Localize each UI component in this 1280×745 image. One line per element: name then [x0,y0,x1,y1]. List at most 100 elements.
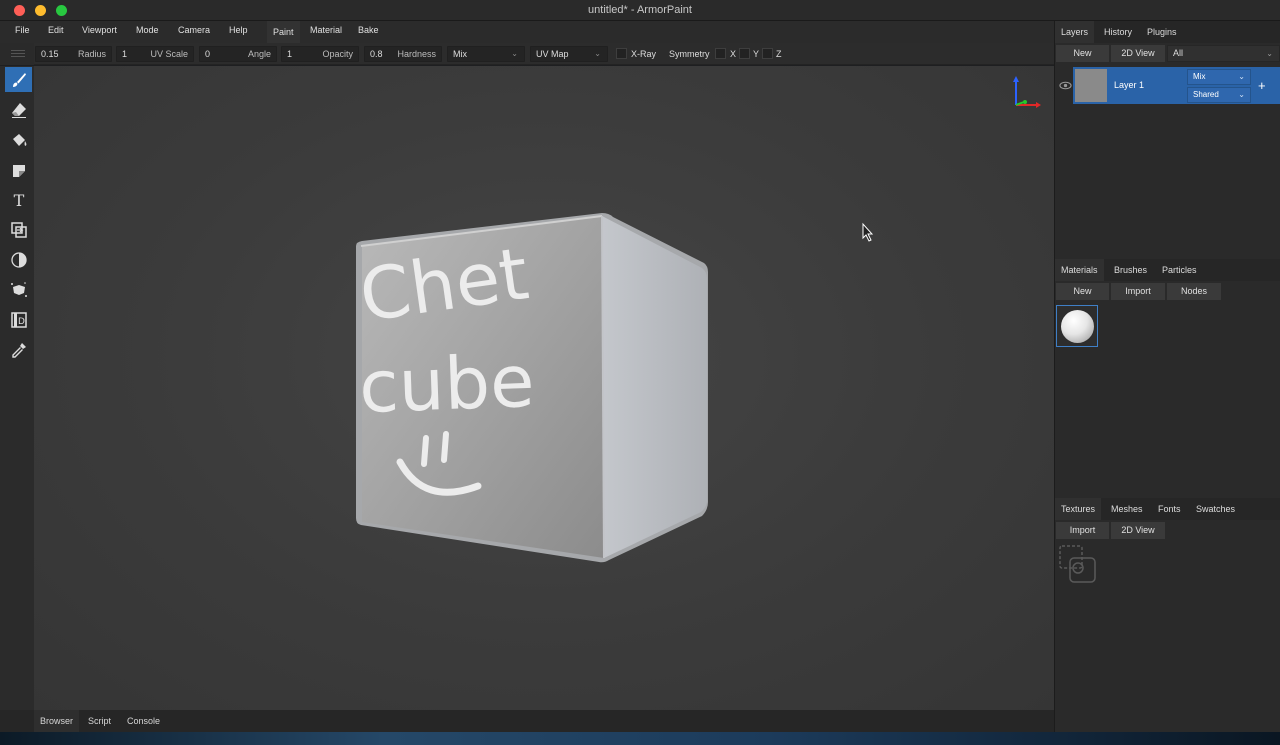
textures-2d-view-button[interactable]: 2D View [1111,522,1165,539]
blend-mode-value: Mix [453,49,467,59]
chevron-down-icon: ⌄ [1238,90,1245,99]
import-texture-button[interactable]: Import [1056,522,1109,539]
textures-panel-tabs: Textures Meshes Fonts Swatches [1055,498,1280,520]
symmetry-z-checkbox[interactable] [762,48,773,59]
angle-slider[interactable]: 0 Angle [199,46,277,62]
desktop-background [0,732,1280,745]
text-icon: T [13,191,24,209]
blur-tool-button[interactable] [5,247,32,272]
tab-layers[interactable]: Layers [1055,21,1095,43]
tab-brushes[interactable]: Brushes [1108,259,1153,281]
tool-palette: T D [0,66,34,738]
hardness-slider[interactable]: 0.8 Hardness [364,46,442,62]
texcoord-value: UV Map [536,49,569,59]
chevron-down-icon: ⌄ [1266,49,1273,58]
mouse-cursor-icon [862,222,874,242]
hardness-value: 0.8 [370,49,383,59]
menu-help[interactable]: Help [229,25,248,35]
fill-icon [12,133,26,146]
viewport-scene: Chet cube [355,76,1041,563]
bottom-panel-tabs: Browser Script Console [34,710,1054,732]
layers-panel: Layers History Plugins New 2D View All ⌄… [1054,21,1280,259]
import-material-button[interactable]: Import [1111,283,1165,300]
particle-tool-button[interactable] [5,277,32,302]
tab-console[interactable]: Console [121,710,166,732]
picker-tool-button[interactable] [5,337,32,362]
tab-meshes[interactable]: Meshes [1105,498,1149,520]
svg-text:D: D [18,317,25,327]
symmetry-z-label: Z [776,49,782,59]
materials-panel: Materials Brushes Particles New Import N… [1054,259,1280,498]
angle-value: 0 [205,49,211,59]
layer-name: Layer 1 [1114,80,1145,90]
blend-mode-dropdown[interactable]: Mix ⌄ [447,46,525,62]
radius-slider[interactable]: 0.15 Radius [35,46,112,62]
layers-panel-tabs: Layers History Plugins [1055,21,1280,43]
material-nodes-button[interactable]: Nodes [1167,283,1221,300]
layers-2d-view-button[interactable]: 2D View [1111,45,1165,62]
blur-icon [10,251,27,268]
tab-fonts[interactable]: Fonts [1152,498,1187,520]
symmetry-label: Symmetry [669,49,710,59]
toolbar-grip-icon[interactable] [0,43,34,65]
tab-particles[interactable]: Particles [1156,259,1203,281]
tab-plugins[interactable]: Plugins [1141,21,1183,43]
menu-camera[interactable]: Camera [178,25,210,35]
tab-bake[interactable]: Bake [358,25,379,35]
symmetry-x-checkbox[interactable] [715,48,726,59]
eraser-icon [11,102,26,118]
material-slot[interactable] [1056,305,1098,347]
new-material-button[interactable]: New [1056,283,1109,300]
layer-visibility-eye-icon[interactable] [1059,79,1072,92]
menu-viewport[interactable]: Viewport [82,25,117,35]
window-titlebar: untitled* - ArmorPaint [0,0,1280,21]
symmetry-y-label: Y [753,49,760,59]
clone-icon [10,221,27,238]
axis-gizmo-icon[interactable] [1013,76,1041,108]
uv-scale-slider[interactable]: 1 UV Scale [116,46,194,62]
layer-filter-dropdown[interactable]: All ⌄ [1167,45,1280,62]
brush-tool-button[interactable] [5,67,32,92]
eraser-tool-button[interactable] [5,97,32,122]
brush-icon [12,72,26,87]
layer-object-dropdown[interactable]: Shared ⌄ [1187,87,1251,103]
tab-swatches[interactable]: Swatches [1190,498,1241,520]
tool-options-bar: 0.15 Radius 1 UV Scale 0 Angle 1 Opacity… [0,43,1054,65]
uv-scale-label: UV Scale [150,49,188,59]
tab-paint[interactable]: Paint [267,21,300,43]
new-layer-button[interactable]: New [1056,45,1109,62]
add-layer-icon[interactable]: + [1258,78,1266,93]
tab-history[interactable]: History [1098,21,1138,43]
material-sphere-preview [1061,310,1094,343]
tab-script[interactable]: Script [82,710,117,732]
layer-row-layer-1[interactable]: Layer 1 Mix ⌄ Shared ⌄ + [1073,67,1280,104]
tab-textures[interactable]: Textures [1055,498,1102,520]
decal-tool-button[interactable] [5,157,32,182]
fill-tool-button[interactable] [5,127,32,152]
tab-materials[interactable]: Materials [1055,259,1104,281]
symmetry-y-checkbox[interactable] [739,48,750,59]
layer-blend-dropdown[interactable]: Mix ⌄ [1187,69,1251,85]
window-title: untitled* - ArmorPaint [588,4,692,16]
painted-word-cube: cube [358,339,536,429]
opacity-slider[interactable]: 1 Opacity [281,46,359,62]
xray-checkbox[interactable] [616,48,627,59]
viewport-3d[interactable]: Chet cube [34,66,1054,710]
chevron-down-icon: ⌄ [1238,72,1245,81]
layer-filter-value: All [1173,48,1184,58]
tab-browser[interactable]: Browser [34,710,80,732]
menu-edit[interactable]: Edit [48,25,64,35]
svg-text:T: T [13,191,24,209]
chevron-down-icon: ⌄ [594,49,601,58]
menu-file[interactable]: File [15,25,30,35]
menu-mode[interactable]: Mode [136,25,159,35]
clone-tool-button[interactable] [5,217,32,242]
texture-drop-placeholder-icon[interactable] [1058,544,1098,584]
bake-tool-button[interactable]: D [5,307,32,332]
text-tool-button[interactable]: T [5,187,32,212]
menu-bar: File Edit Viewport Mode Camera Help Pain… [0,21,1054,43]
decal-icon [12,164,25,177]
tab-material[interactable]: Material [310,25,342,35]
hardness-label: Hardness [397,49,436,59]
texcoord-dropdown[interactable]: UV Map ⌄ [530,46,608,62]
